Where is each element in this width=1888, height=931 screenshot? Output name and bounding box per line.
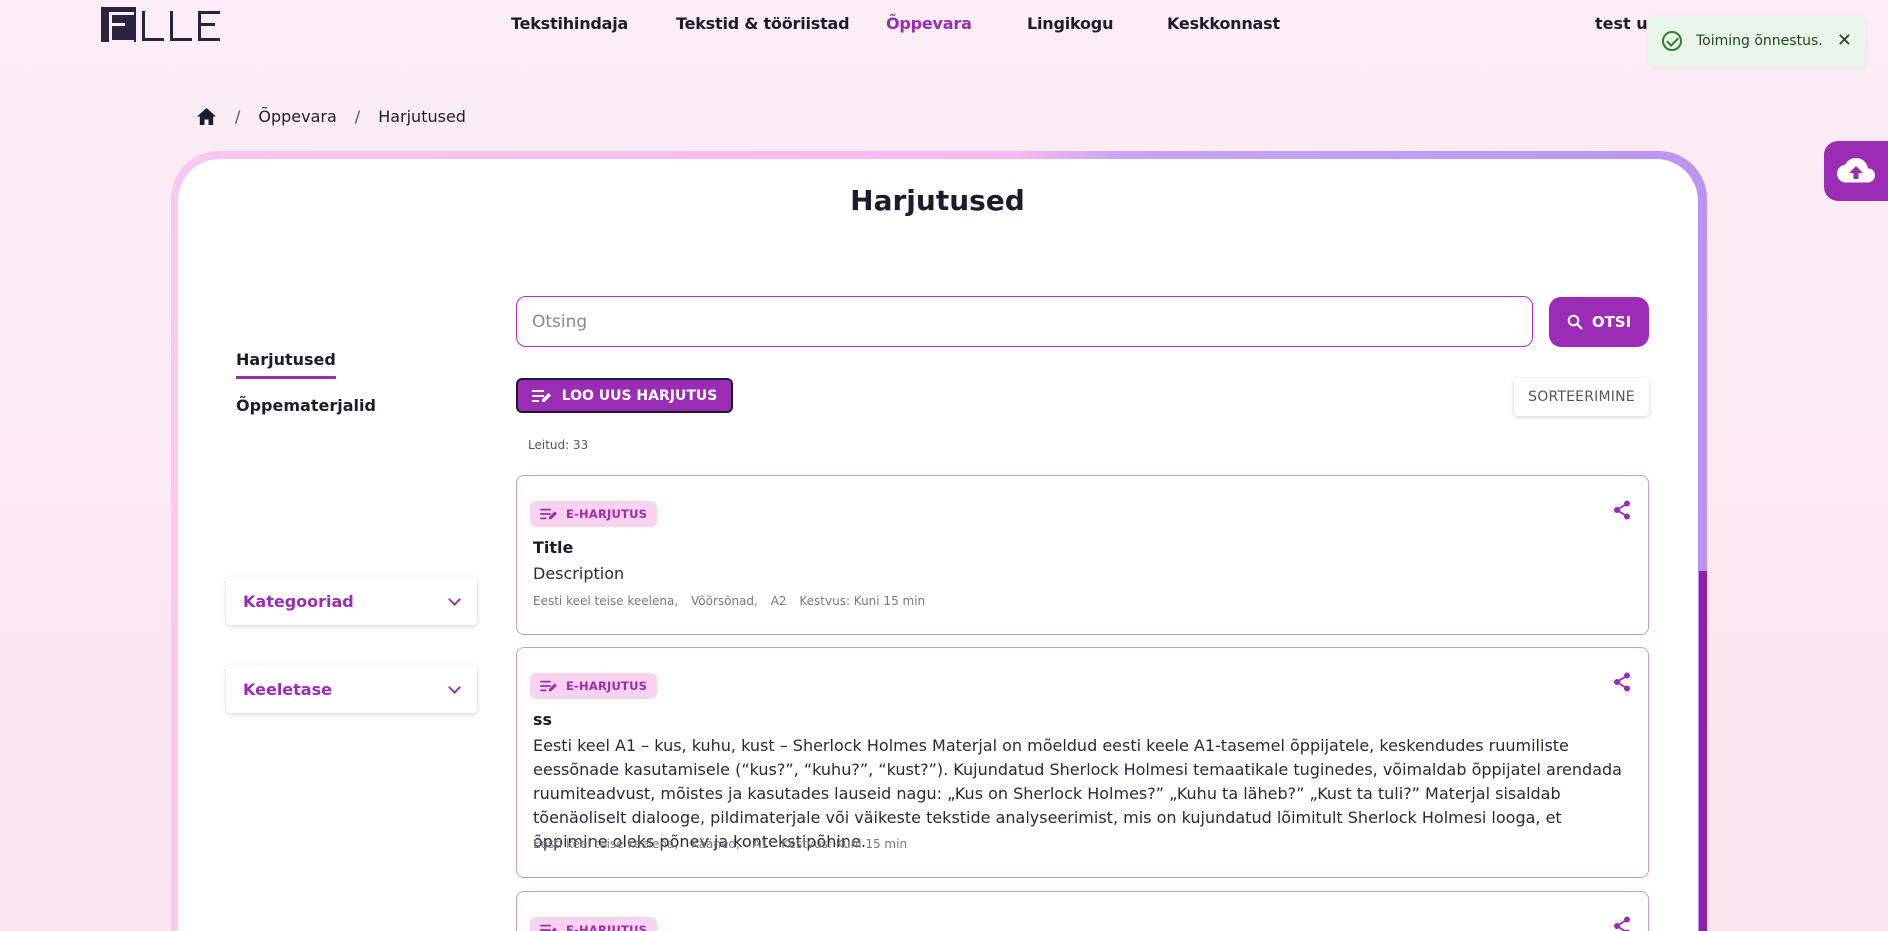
check-circle-icon (1662, 31, 1682, 51)
badge-label: E-HARJUTUS (566, 679, 648, 693)
meta-level: A2 (770, 594, 787, 608)
exercise-description: Description (533, 564, 625, 583)
page-title: Harjutused (850, 184, 1025, 217)
meta-duration: Kestvus: Kuni 15 min (799, 594, 926, 608)
edit-list-icon (531, 389, 551, 402)
nav-oppevara[interactable]: Õppevara (886, 14, 972, 33)
success-toast: Toiming õnnestus. ✕ (1648, 16, 1866, 66)
badge-label: E-HARJUTUS (566, 507, 648, 521)
close-icon[interactable]: ✕ (1837, 32, 1852, 50)
share-icon[interactable] (1613, 500, 1631, 520)
exercise-meta: Eesti keel teise keelena, Võõrsõnad, A2 … (533, 594, 934, 608)
exercise-type-badge: E-HARJUTUS (530, 673, 658, 699)
search-button[interactable]: OTSI (1549, 297, 1649, 347)
exercise-title: Title (533, 538, 574, 557)
search-button-label: OTSI (1591, 313, 1632, 331)
create-exercise-button[interactable]: LOO UUS HARJUTUS (516, 378, 733, 413)
meta-topic: Kääned, (690, 837, 740, 851)
meta-level: A1 (752, 837, 769, 851)
share-icon[interactable] (1613, 916, 1631, 931)
exercise-card[interactable]: E-HARJUTUS ss Eesti keel A1 – kus, kuhu,… (516, 647, 1649, 878)
breadcrumb-current: Harjutused (378, 106, 466, 126)
filter-label: Keeletase (243, 679, 332, 699)
exercise-type-badge: E-HARJUTUS (530, 501, 658, 527)
nav-keskkonnast[interactable]: Keskkonnast (1167, 14, 1280, 33)
exercise-title: ss (533, 710, 553, 729)
nav-tekstid-tooriistad[interactable]: Tekstid & tööriistad (676, 14, 850, 33)
chevron-down-icon (448, 680, 461, 694)
side-link-oppematerjalid[interactable]: Õppematerjalid (236, 396, 376, 415)
breadcrumb: / Õppevara / Harjutused (196, 104, 466, 128)
home-icon[interactable] (196, 107, 217, 126)
badge-label: E-HARJUTUS (566, 923, 648, 931)
exercise-meta: Eesti keel teise keelena, Kääned, A1 Kes… (533, 837, 916, 851)
exercise-card[interactable]: E-HARJUTUS (516, 891, 1649, 931)
breadcrumb-oppevara[interactable]: Õppevara (258, 107, 336, 126)
search-input[interactable] (516, 296, 1533, 347)
results-count: Leitud: 33 (528, 438, 589, 452)
edit-list-icon (540, 508, 557, 520)
meta-subject: Eesti keel teise keelena, (533, 837, 679, 851)
exercise-card[interactable]: E-HARJUTUS Title Description Eesti keel … (516, 475, 1649, 635)
header: Tekstihindaja Tekstid & tööriistad Õppev… (0, 0, 1888, 50)
cloud-upload-icon (1837, 158, 1875, 183)
search-icon (1567, 314, 1583, 330)
share-icon[interactable] (1613, 672, 1631, 692)
filter-kategooriad[interactable]: Kategooriad (226, 577, 477, 625)
meta-subject: Eesti keel teise keelena, (533, 594, 679, 608)
filter-label: Kategooriad (243, 591, 354, 611)
edit-list-icon (540, 924, 557, 931)
toast-message: Toiming õnnestus. (1696, 33, 1823, 49)
breadcrumb-separator: / (354, 106, 361, 126)
nav-lingikogu[interactable]: Lingikogu (1027, 14, 1113, 33)
filter-keeletase[interactable]: Keeletase (226, 665, 477, 713)
breadcrumb-separator: / (235, 106, 241, 126)
meta-topic: Võõrsõnad, (690, 594, 758, 608)
edit-list-icon (540, 680, 557, 692)
exercise-description: Eesti keel A1 – kus, kuhu, kust – Sherlo… (533, 736, 1622, 851)
sort-button[interactable]: SORTEERIMINE (1514, 378, 1649, 416)
exercise-type-badge: E-HARJUTUS (530, 917, 658, 931)
chevron-down-icon (448, 592, 461, 606)
nav-tekstihindaja[interactable]: Tekstihindaja (511, 14, 628, 33)
meta-duration: Kestvus: Kuni 15 min (781, 837, 908, 851)
create-exercise-label: LOO UUS HARJUTUS (561, 387, 718, 404)
side-link-harjutused[interactable]: Harjutused (236, 350, 336, 379)
